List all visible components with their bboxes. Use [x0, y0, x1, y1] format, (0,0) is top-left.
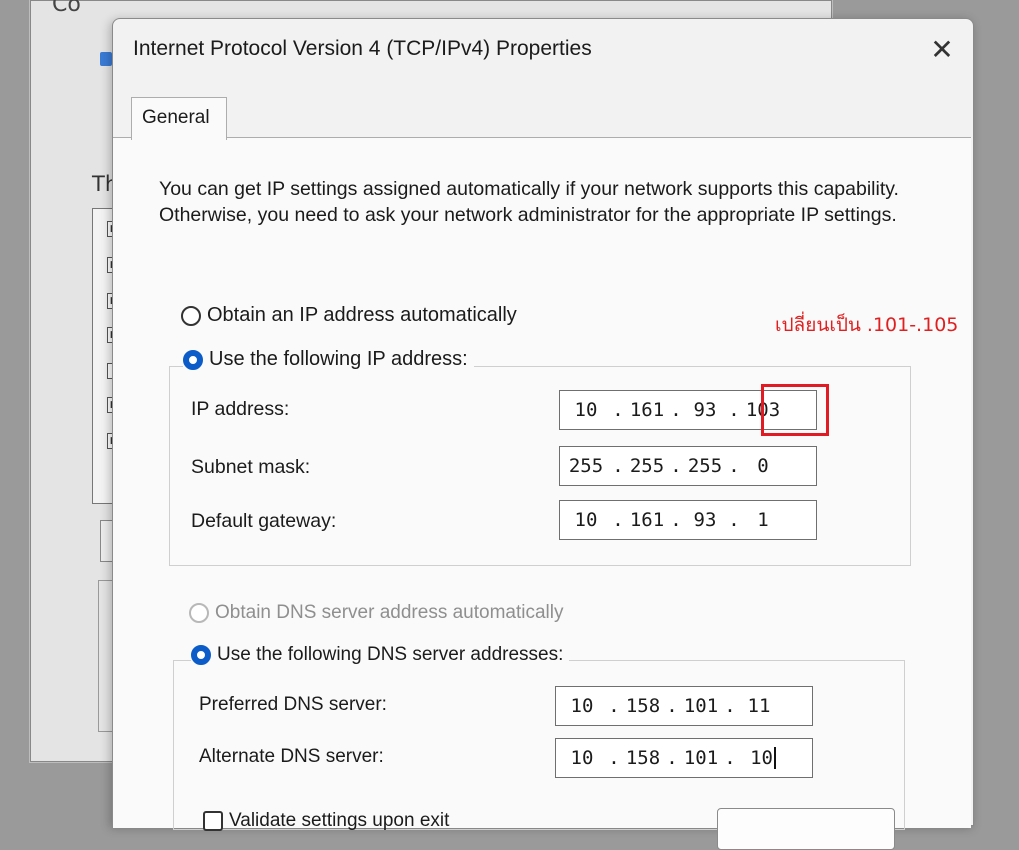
dialog-title: Internet Protocol Version 4 (TCP/IPv4) P…: [133, 37, 592, 60]
preferred-dns-input[interactable]: 10 . 158 . 101 . 11: [555, 686, 813, 726]
default-gateway-label: Default gateway:: [191, 510, 337, 532]
obtain-ip-auto-label: Obtain an IP address automatically: [207, 304, 517, 326]
gateway-octet-2: 161: [629, 509, 665, 531]
pref-octet-3: 101: [683, 695, 719, 717]
advanced-button[interactable]: [717, 808, 895, 850]
validate-settings-label: Validate settings upon exit: [229, 810, 450, 831]
gateway-octet-4: 1: [757, 509, 769, 531]
pref-octet-4: 11: [747, 695, 771, 717]
alt-octet-1: 10: [570, 747, 594, 769]
use-following-dns-label: Use the following DNS server addresses:: [217, 644, 564, 665]
octet-separator: .: [728, 455, 740, 477]
text-cursor: [774, 747, 776, 770]
default-gateway-input[interactable]: 10 . 161 . 93 . 1: [559, 500, 817, 540]
mask-octet-4: 0: [757, 455, 769, 477]
tab-general[interactable]: General: [131, 97, 227, 140]
octet-separator: .: [666, 747, 678, 769]
octet-separator: .: [728, 509, 740, 531]
validate-settings-option[interactable]: Validate settings upon exit: [203, 810, 449, 832]
octet-separator: .: [608, 747, 620, 769]
mask-octet-1: 255: [568, 455, 604, 477]
ip-octet-2: 161: [629, 399, 665, 421]
annotation-highlight-box: [761, 384, 829, 436]
use-following-dns-option[interactable]: Use the following DNS server addresses:: [191, 644, 570, 666]
pref-octet-2: 158: [625, 695, 661, 717]
radio-checked-icon[interactable]: [191, 645, 211, 665]
octet-separator: .: [612, 399, 624, 421]
alt-octet-2: 158: [625, 747, 661, 769]
octet-separator: .: [608, 695, 620, 717]
use-following-ip-label: Use the following IP address:: [209, 348, 468, 370]
ip-address-label: IP address:: [191, 398, 290, 420]
obtain-dns-auto-option[interactable]: Obtain DNS server address automatically: [189, 602, 563, 624]
obtain-ip-auto-option[interactable]: Obtain an IP address automatically: [181, 304, 517, 327]
octet-separator: .: [728, 399, 740, 421]
alternate-dns-label: Alternate DNS server:: [199, 746, 384, 767]
octet-separator: .: [612, 509, 624, 531]
alt-octet-4: 10: [736, 747, 776, 770]
radio-unchecked-icon[interactable]: [181, 305, 201, 326]
obtain-dns-auto-label: Obtain DNS server address automatically: [215, 602, 564, 623]
preferred-dns-label: Preferred DNS server:: [199, 694, 387, 715]
network-adapter-icon: [100, 52, 112, 66]
subnet-mask-input[interactable]: 255 . 255 . 255 . 0: [559, 446, 817, 486]
subnet-mask-label: Subnet mask:: [191, 456, 311, 478]
octet-separator: .: [670, 455, 682, 477]
alt-octet-4-value: 10: [750, 746, 773, 769]
octet-separator: .: [670, 509, 682, 531]
octet-separator: .: [670, 399, 682, 421]
ipv4-properties-dialog: Internet Protocol Version 4 (TCP/IPv4) P…: [112, 18, 974, 850]
description-text: You can get IP settings assigned automat…: [159, 178, 899, 226]
octet-separator: .: [666, 695, 678, 717]
alt-octet-3: 101: [683, 747, 719, 769]
use-following-ip-option[interactable]: Use the following IP address:: [183, 348, 474, 371]
mask-octet-2: 255: [629, 455, 665, 477]
gateway-octet-3: 93: [693, 509, 717, 531]
checkbox-icon[interactable]: [203, 811, 223, 831]
octet-separator: .: [724, 747, 736, 769]
general-tab-panel: You can get IP settings assigned automat…: [113, 137, 971, 850]
octet-separator: .: [612, 455, 624, 477]
gateway-octet-1: 10: [574, 509, 598, 531]
ip-octet-1: 10: [574, 399, 598, 421]
alternate-dns-input[interactable]: 10 . 158 . 101 . 10: [555, 738, 813, 778]
close-icon[interactable]: ✕: [925, 33, 959, 67]
background-window-title: Co: [52, 0, 81, 14]
radio-disabled-icon[interactable]: [189, 603, 209, 623]
mask-octet-3: 255: [687, 455, 723, 477]
annotation-text: เปลี่ยนเป็น .101-.105: [775, 314, 959, 336]
pref-octet-1: 10: [570, 695, 594, 717]
ip-octet-3: 93: [693, 399, 717, 421]
radio-checked-icon[interactable]: [183, 349, 203, 370]
octet-separator: .: [724, 695, 736, 717]
